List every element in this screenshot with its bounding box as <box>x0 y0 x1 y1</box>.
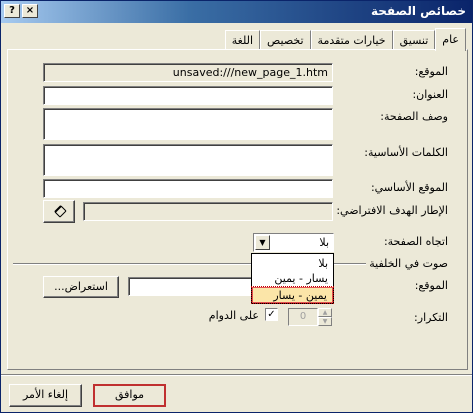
tab-general[interactable]: عام <box>435 28 466 51</box>
keywords-field[interactable] <box>43 144 333 176</box>
spin-down-icon[interactable]: ▼ <box>318 317 332 326</box>
default-target-label: الإطار الهدف الافتراضي: <box>336 204 448 217</box>
forever-label: على الدوام <box>208 309 259 322</box>
keywords-label: الكلمات الأساسية: <box>364 146 448 159</box>
title-bar: خصائص الصفحة ? × <box>1 1 472 23</box>
background-sound-group-label: صوت في الخلفية <box>366 257 448 270</box>
default-target-field <box>83 202 333 221</box>
tab-strip: عام تنسيق خيارات متقدمة تخصيص اللغة <box>224 28 466 51</box>
loop-label: التكرار: <box>414 311 448 324</box>
tab-custom[interactable]: تخصيص <box>260 30 311 50</box>
tab-language[interactable]: اللغة <box>224 30 261 50</box>
direction-select[interactable]: بلا ▼ <box>253 233 334 252</box>
loop-count-field[interactable]: 0 <box>288 308 318 326</box>
close-button[interactable]: × <box>22 4 38 18</box>
direction-label: اتجاه الصفحة: <box>383 235 448 248</box>
pencil-icon: ... <box>40 205 67 219</box>
forever-checkbox[interactable]: ✓ <box>265 308 278 321</box>
description-label: وصف الصفحة: <box>380 110 448 123</box>
dialog-title: خصائص الصفحة <box>370 4 466 18</box>
sound-location-label: الموقع: <box>414 279 448 292</box>
ok-button[interactable]: موافق <box>93 384 166 407</box>
sound-browse-button[interactable]: استعراض... <box>43 276 119 298</box>
loop-stepper[interactable]: 0 ▲ ▼ <box>288 308 332 326</box>
base-location-label: الموقع الأساسي: <box>370 181 448 194</box>
title-field[interactable] <box>43 86 333 105</box>
direction-option-none[interactable]: بلا <box>252 256 333 272</box>
spin-up-icon[interactable]: ▲ <box>318 308 332 317</box>
direction-dropdown-list: بلا يسار - يمين يمين - يسار <box>251 253 334 304</box>
tab-advanced[interactable]: خيارات متقدمة <box>310 30 393 50</box>
direction-selected-value: بلا <box>319 236 329 249</box>
footer-divider <box>1 374 472 376</box>
page-properties-dialog: خصائص الصفحة ? × عام تنسيق خيارات متقدمة… <box>0 0 473 413</box>
tab-formatting[interactable]: تنسيق <box>392 30 436 50</box>
direction-option-rtl[interactable]: يمين - يسار <box>251 286 334 304</box>
help-button[interactable]: ? <box>4 4 20 18</box>
direction-option-ltr[interactable]: يسار - يمين <box>252 271 333 287</box>
target-browse-button[interactable]: ... <box>40 200 75 223</box>
base-location-field[interactable] <box>43 179 333 198</box>
description-field[interactable] <box>43 108 333 140</box>
title-label: العنوان: <box>412 88 448 101</box>
location-field[interactable]: unsaved:///new_page_1.htm <box>43 63 333 82</box>
cancel-button[interactable]: إلغاء الأمر <box>9 384 82 407</box>
location-label: الموقع: <box>414 65 448 78</box>
chevron-down-icon[interactable]: ▼ <box>255 235 270 250</box>
